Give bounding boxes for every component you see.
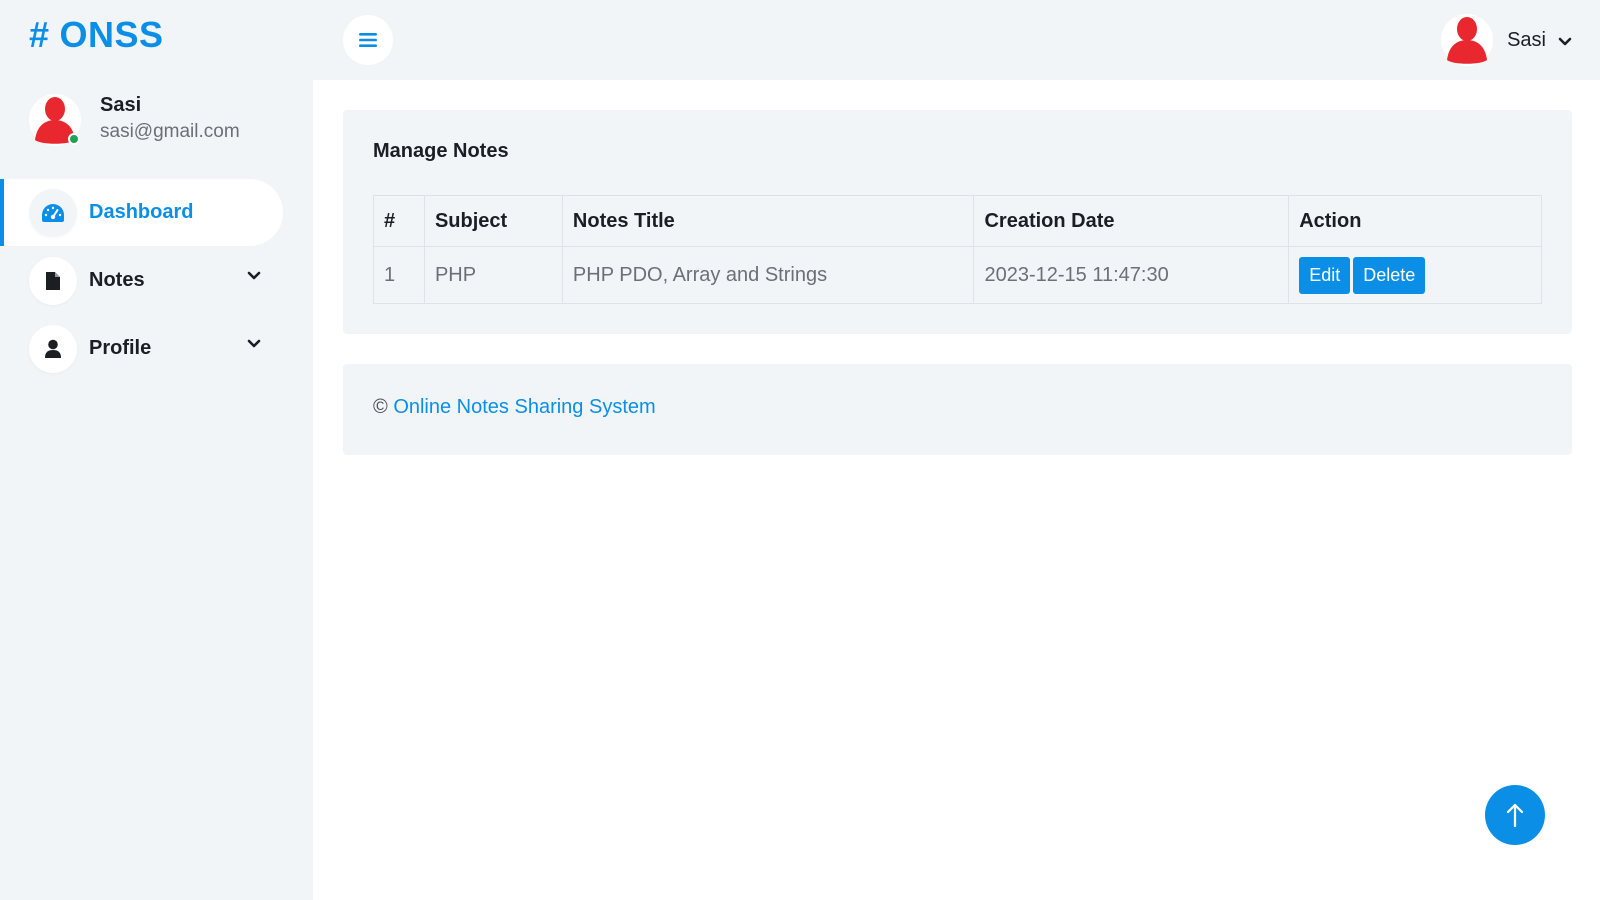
main-content: Manage Notes # Subject Notes Title Creat… <box>313 80 1600 900</box>
chevron-down-icon <box>247 339 261 348</box>
column-header-creation-date: Creation Date <box>973 195 1290 247</box>
avatar <box>29 94 81 146</box>
brand-name: ONSS <box>59 14 164 55</box>
sidebar-item-profile[interactable]: Profile <box>0 315 313 382</box>
table-header-row: # Subject Notes Title Creation Date Acti… <box>373 195 1542 247</box>
sidebar-item-label: Notes <box>89 269 145 291</box>
back-to-top-button[interactable] <box>1485 785 1545 845</box>
arrow-up-icon <box>1506 803 1524 828</box>
column-header-subject: Subject <box>423 195 563 247</box>
cell-creation-date: 2023-12-15 11:47:30 <box>973 246 1290 304</box>
cell-subject: PHP <box>423 246 563 304</box>
sidebar-user-email: sasi@gmail.com <box>100 121 240 142</box>
copyright-symbol: © <box>373 396 388 418</box>
topbar-user-name: Sasi <box>1507 28 1546 51</box>
column-header-notes-title: Notes Title <box>561 195 975 247</box>
dashboard-gauge-icon <box>29 188 77 237</box>
sidebar-item-notes[interactable]: Notes <box>0 247 313 314</box>
file-icon <box>29 256 77 305</box>
sidebar-user-name: Sasi <box>100 94 142 116</box>
sidebar-item-dashboard[interactable]: Dashboard <box>0 179 283 246</box>
chevron-down-icon <box>247 271 261 280</box>
edit-button[interactable]: Edit <box>1299 256 1351 294</box>
delete-button[interactable]: Delete <box>1353 256 1426 294</box>
sidebar-item-label: Dashboard <box>89 201 194 223</box>
sidebar: # ONSS Sasi sasi@gmail.com Dashboard Not… <box>0 0 313 900</box>
sidebar-item-label: Profile <box>89 337 152 359</box>
cell-number: 1 <box>373 246 425 304</box>
manage-notes-card: Manage Notes # Subject Notes Title Creat… <box>343 110 1572 334</box>
footer-site-link[interactable]: Online Notes Sharing System <box>393 396 655 418</box>
brand-logo[interactable]: # ONSS <box>29 14 164 56</box>
user-icon <box>29 324 77 373</box>
notes-table: # Subject Notes Title Creation Date Acti… <box>373 195 1542 304</box>
hamburger-menu-icon <box>359 33 377 47</box>
user-dropdown[interactable]: Sasi <box>1441 14 1572 66</box>
brand-hash: # <box>29 14 50 55</box>
footer-text: © Online Notes Sharing System <box>373 396 656 419</box>
column-header-number: # <box>373 195 425 247</box>
chevron-down-icon <box>1558 37 1572 45</box>
user-avatar-icon <box>1441 14 1494 66</box>
topbar: Sasi <box>313 0 1600 80</box>
footer: © Online Notes Sharing System <box>343 364 1572 455</box>
table-row: 1 PHP PHP PDO, Array and Strings 2023-12… <box>373 246 1542 304</box>
sidebar-user-info: Sasi sasi@gmail.com <box>29 94 299 154</box>
cell-notes-title: PHP PDO, Array and Strings <box>561 246 975 304</box>
column-header-action: Action <box>1288 195 1542 247</box>
sidebar-nav: Dashboard Notes Profile <box>0 179 313 383</box>
page-title: Manage Notes <box>373 140 509 162</box>
online-status-dot <box>68 133 80 145</box>
menu-toggle-button[interactable] <box>343 15 393 65</box>
cell-actions: Edit Delete <box>1288 246 1542 304</box>
